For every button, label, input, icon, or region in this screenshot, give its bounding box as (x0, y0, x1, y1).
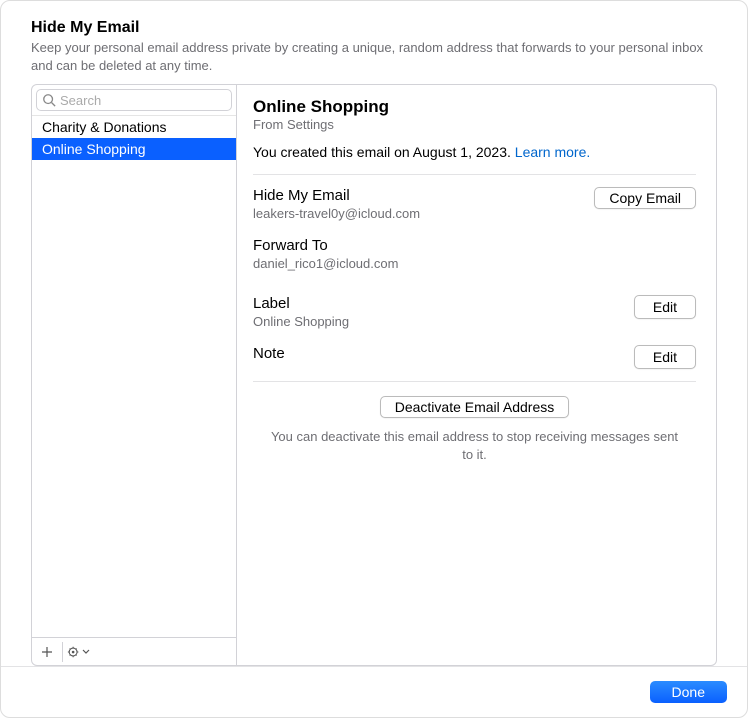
deactivate-description: You can deactivate this email address to… (253, 428, 696, 463)
detail-title: Online Shopping (253, 97, 696, 117)
learn-more-link[interactable]: Learn more. (515, 144, 590, 160)
label-heading: Label (253, 295, 634, 312)
chevron-down-icon (82, 649, 90, 655)
created-text: You created this email on August 1, 2023… (253, 144, 515, 160)
sidebar-footer (32, 637, 236, 665)
sidebar-list: Charity & Donations Online Shopping (32, 116, 236, 637)
search-field[interactable] (36, 89, 232, 111)
window-footer: Done (1, 666, 747, 717)
deactivate-section: Deactivate Email Address You can deactiv… (253, 382, 696, 463)
content: Charity & Donations Online Shopping Onli… (1, 84, 747, 666)
options-button[interactable] (63, 638, 93, 665)
hide-my-email-value: leakers-travel0y@icloud.com (253, 206, 594, 221)
sidebar-item-online-shopping[interactable]: Online Shopping (32, 138, 236, 160)
hide-my-email-window: Hide My Email Keep your personal email a… (0, 0, 748, 718)
label-value: Online Shopping (253, 314, 634, 329)
search-input[interactable] (60, 93, 236, 108)
forward-to-label: Forward To (253, 237, 696, 254)
copy-email-button[interactable]: Copy Email (594, 187, 696, 209)
search-wrap (32, 85, 236, 116)
sidebar: Charity & Donations Online Shopping (32, 85, 237, 665)
detail-source: From Settings (253, 117, 696, 132)
hide-my-email-label: Hide My Email (253, 187, 594, 204)
header: Hide My Email Keep your personal email a… (1, 1, 747, 84)
created-info: You created this email on August 1, 2023… (253, 144, 696, 160)
page-title: Hide My Email (31, 19, 717, 37)
note-heading: Note (253, 345, 634, 362)
main-panel: Charity & Donations Online Shopping Onli… (31, 84, 717, 666)
edit-note-button[interactable]: Edit (634, 345, 696, 369)
done-button[interactable]: Done (650, 681, 727, 703)
forward-to-field: Forward To daniel_rico1@icloud.com (253, 233, 696, 283)
forward-to-value: daniel_rico1@icloud.com (253, 256, 696, 271)
label-field: Label Online Shopping Edit (253, 283, 696, 341)
sidebar-item-charity-donations[interactable]: Charity & Donations (32, 116, 236, 138)
deactivate-button[interactable]: Deactivate Email Address (380, 396, 570, 418)
gear-icon (67, 645, 81, 659)
edit-label-button[interactable]: Edit (634, 295, 696, 319)
add-button[interactable] (32, 638, 62, 665)
note-field: Note Edit (253, 341, 696, 381)
hide-my-email-field: Hide My Email leakers-travel0y@icloud.co… (253, 175, 696, 233)
page-description: Keep your personal email address private… (31, 39, 717, 74)
plus-icon (41, 646, 53, 658)
search-icon (42, 93, 56, 107)
detail-pane: Online Shopping From Settings You create… (237, 85, 716, 665)
